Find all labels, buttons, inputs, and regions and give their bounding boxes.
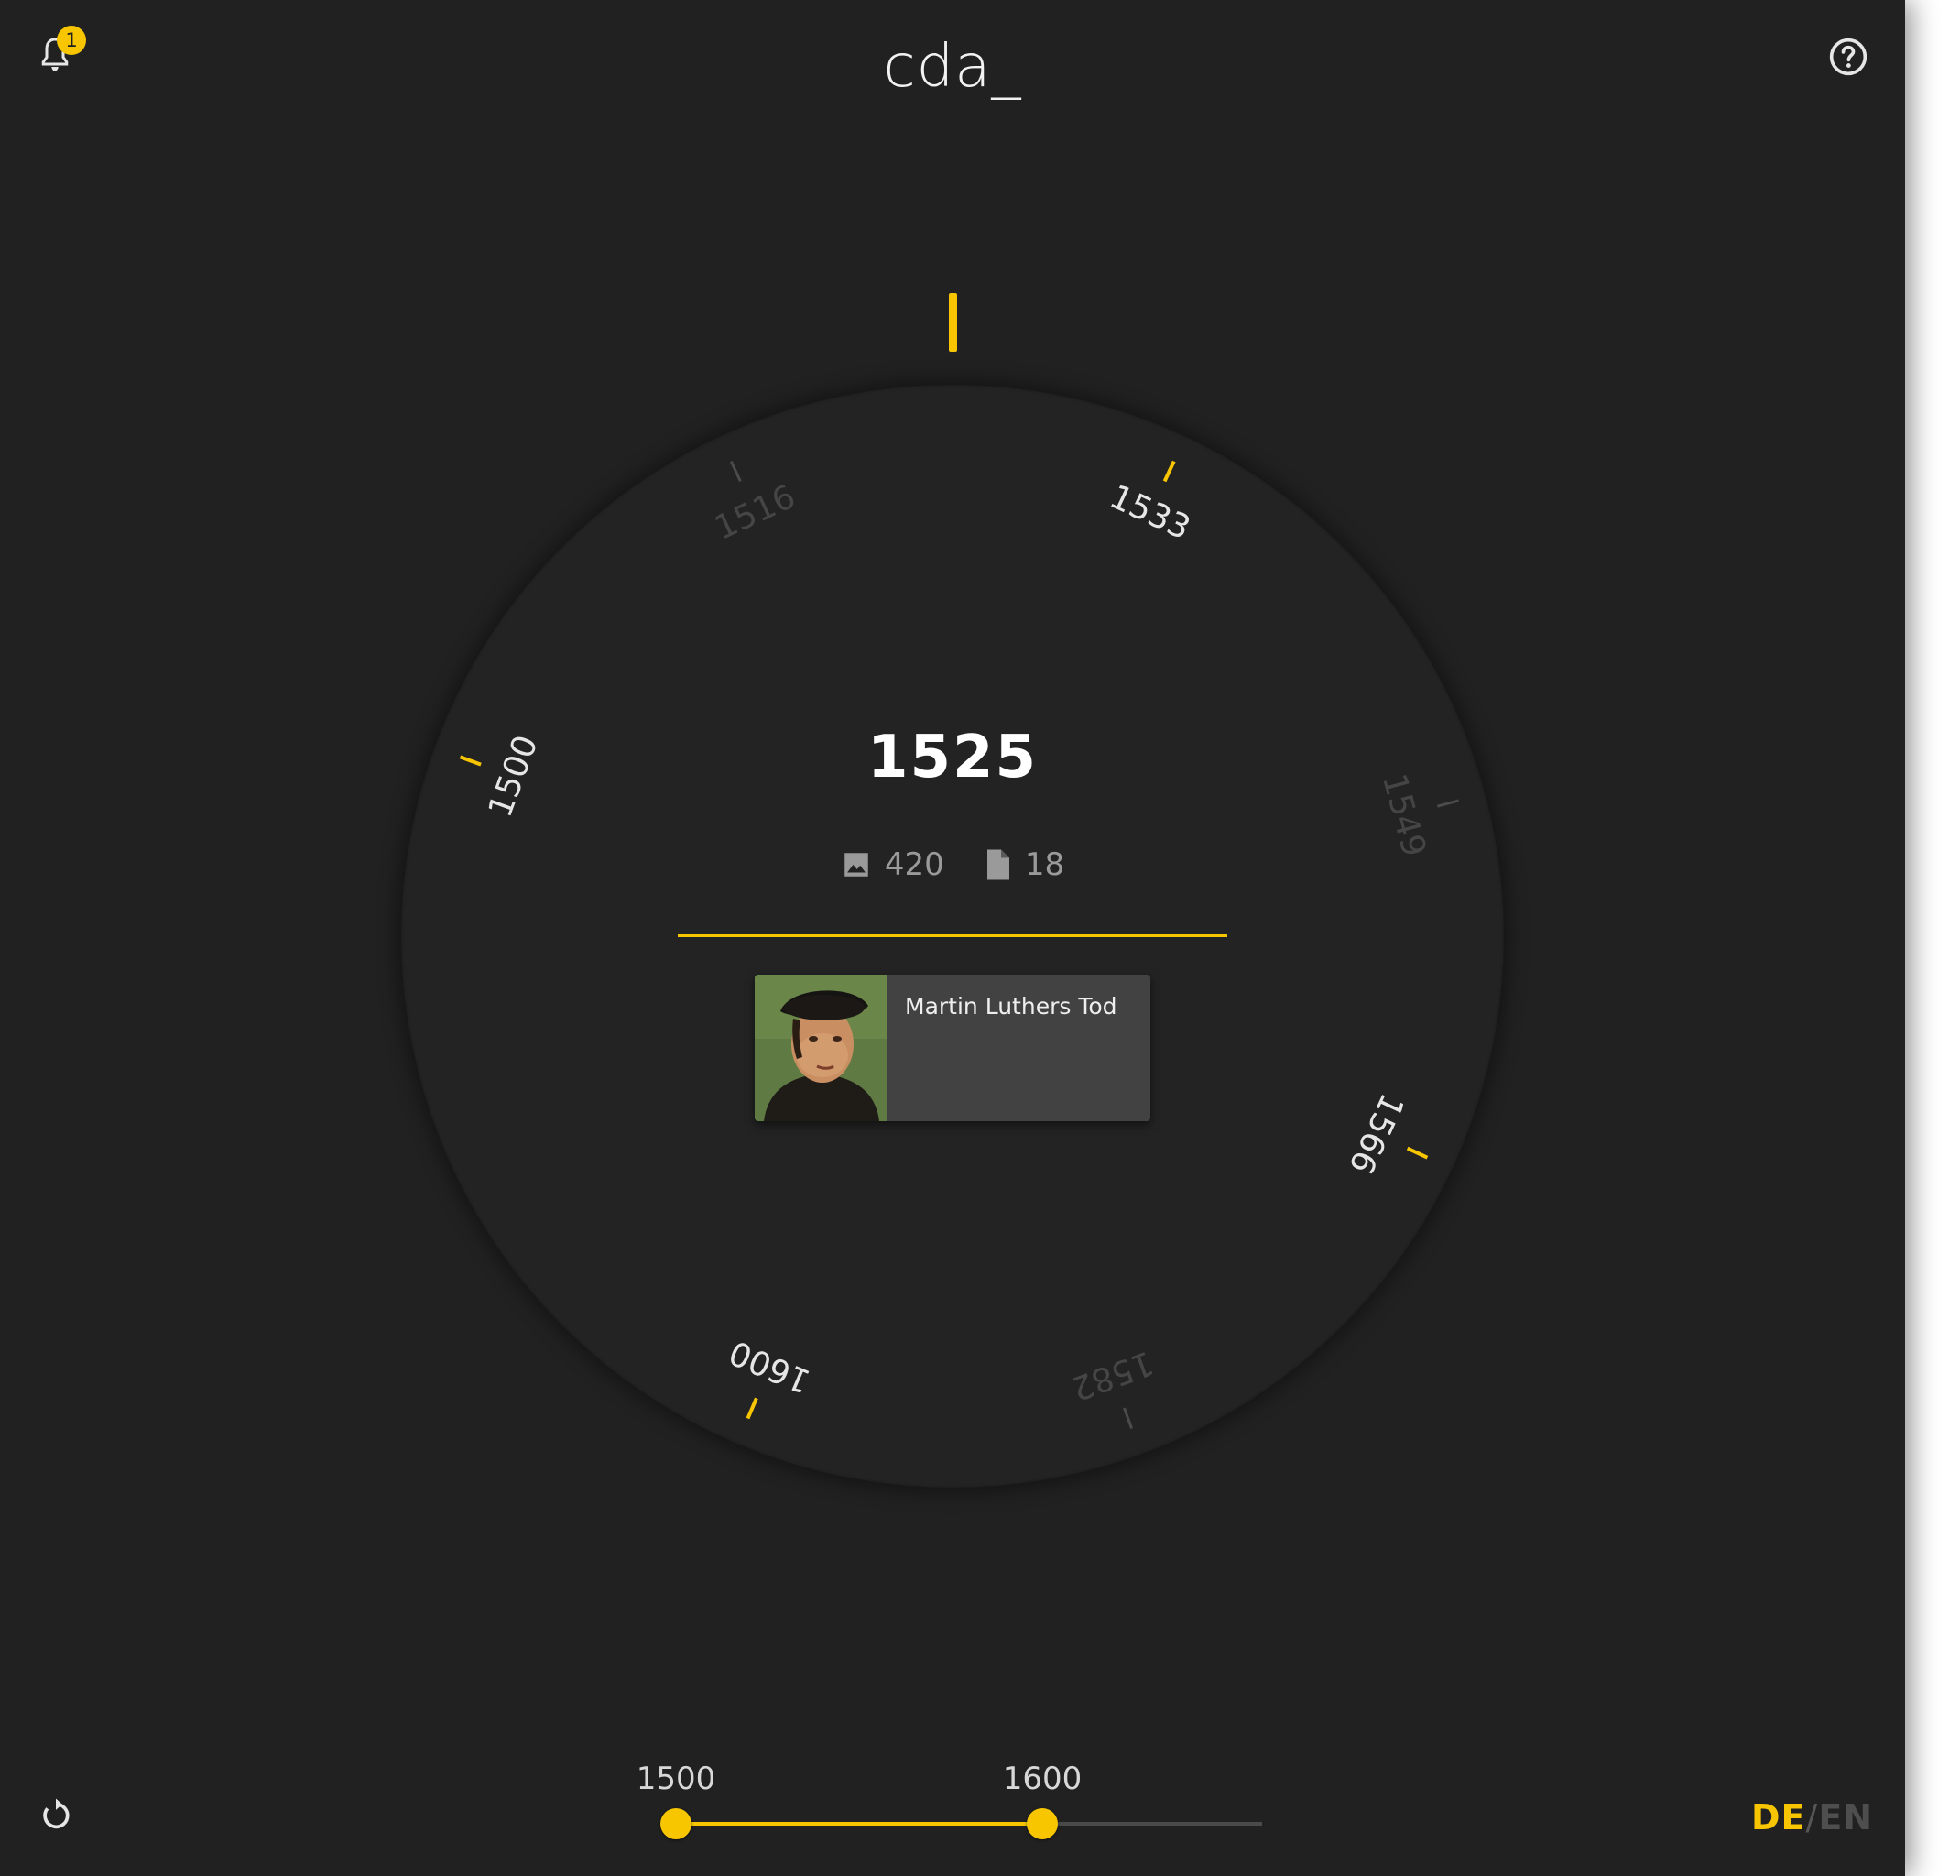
year-range-slider[interactable]: 1500 1600 bbox=[637, 1759, 1282, 1841]
lang-de-button[interactable]: DE bbox=[1751, 1797, 1806, 1838]
range-min-handle[interactable] bbox=[660, 1808, 691, 1839]
documents-count-value: 18 bbox=[1024, 846, 1065, 883]
dial-tick-mark bbox=[746, 1397, 758, 1420]
range-max-handle[interactable] bbox=[1027, 1808, 1058, 1839]
center-divider bbox=[678, 934, 1227, 937]
images-count: 420 bbox=[841, 846, 944, 883]
dial-tick-mark bbox=[729, 460, 742, 482]
range-min-label: 1500 bbox=[636, 1761, 716, 1797]
media-counts: 420 18 bbox=[401, 846, 1504, 883]
dial-tick-mark bbox=[1162, 460, 1176, 483]
help-circle-icon bbox=[1829, 38, 1867, 76]
app-root: 1 cda_ 1500 1516 1533 1549 1566 1582 1600 1525… bbox=[0, 0, 1905, 1876]
lang-en-button[interactable]: EN bbox=[1818, 1797, 1873, 1838]
reset-icon bbox=[43, 1798, 70, 1829]
document-icon bbox=[986, 849, 1009, 880]
dial-tick-mark bbox=[1436, 799, 1459, 808]
current-year: 1525 bbox=[866, 724, 1039, 791]
lang-separator: / bbox=[1805, 1797, 1819, 1838]
dial-pointer bbox=[949, 293, 957, 352]
documents-count: 18 bbox=[985, 846, 1064, 883]
images-count-value: 420 bbox=[884, 846, 944, 883]
language-switcher: DE/EN bbox=[1751, 1797, 1873, 1838]
dial-tick-mark bbox=[1406, 1146, 1429, 1160]
reset-button[interactable] bbox=[38, 1797, 73, 1834]
event-card[interactable]: Martin Luthers Tod bbox=[755, 975, 1150, 1121]
image-icon bbox=[844, 853, 868, 877]
event-card-title: Martin Luthers Tod bbox=[905, 993, 1117, 1020]
dial-tick-mark bbox=[1123, 1407, 1134, 1430]
range-max-label: 1600 bbox=[1002, 1761, 1083, 1797]
help-button[interactable] bbox=[1828, 37, 1868, 77]
portrait-thumbnail bbox=[755, 975, 887, 1121]
range-track-fill bbox=[676, 1822, 1042, 1826]
year-dial[interactable]: 1500 1516 1533 1549 1566 1582 1600 1525 420 18 bbox=[401, 385, 1504, 1488]
app-title: cda_ bbox=[883, 33, 1022, 101]
